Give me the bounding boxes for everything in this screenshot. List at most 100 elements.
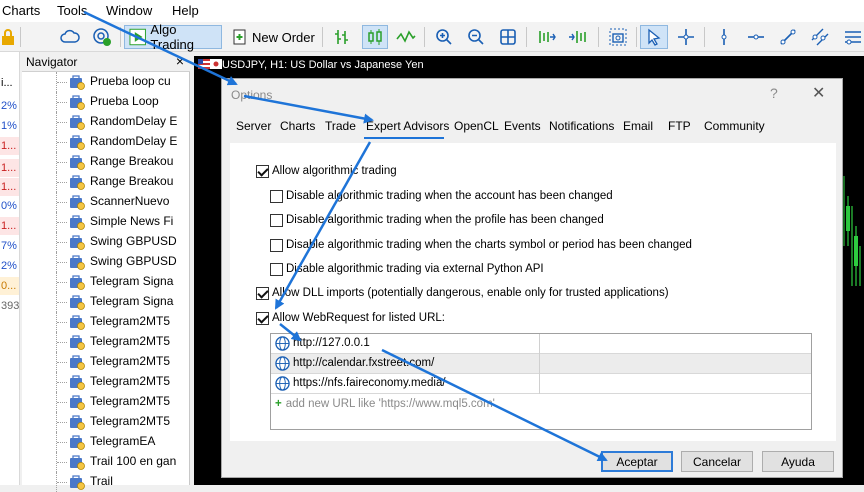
navigator-item-label: TelegramEA <box>90 434 156 448</box>
navigator-item[interactable]: Range Breakou <box>22 152 190 172</box>
candlestick-icon[interactable] <box>362 25 388 49</box>
vertical-line-icon[interactable] <box>712 25 736 49</box>
navigator-item-label: Prueba Loop <box>90 94 159 108</box>
checkbox[interactable] <box>270 213 283 227</box>
accept-button[interactable]: Aceptar <box>601 451 673 472</box>
menu-window[interactable]: Window <box>106 3 152 18</box>
tab-community[interactable]: Community <box>704 119 765 133</box>
help-button[interactable]: Ayuda <box>762 451 834 472</box>
navigator-item[interactable]: RandomDelay E <box>22 132 190 152</box>
plus-icon: + <box>275 398 282 410</box>
option-disable-profile-change[interactable]: Disable algorithmic trading when the pro… <box>270 212 604 228</box>
option-disable-python-api[interactable]: Disable algorithmic trading via external… <box>270 261 544 277</box>
url-row[interactable]: http://127.0.0.1 <box>271 334 811 354</box>
checkbox[interactable] <box>270 262 283 276</box>
menu-tools[interactable]: Tools <box>57 3 87 18</box>
checkbox[interactable] <box>270 189 283 203</box>
navigator-item-label: Range Breakou <box>90 154 174 168</box>
algo-trading-button[interactable]: Algo Trading <box>124 22 222 52</box>
option-allow-webrequest[interactable]: Allow WebRequest for listed URL: <box>256 310 445 326</box>
menu-help[interactable]: Help <box>172 3 199 18</box>
navigator-item[interactable]: RandomDelay E <box>22 112 190 132</box>
tab-events[interactable]: Events <box>504 119 541 133</box>
navigator-item[interactable]: Telegram2MT5 <box>22 332 190 352</box>
lock-icon[interactable] <box>0 25 16 49</box>
market-value: 1... <box>0 178 19 196</box>
trend-line-icon[interactable] <box>776 25 800 49</box>
tab-opencl[interactable]: OpenCL <box>454 119 499 133</box>
option-disable-symbol-change[interactable]: Disable algorithmic trading when the cha… <box>270 237 692 253</box>
checkbox[interactable] <box>270 238 283 252</box>
autoscroll-icon[interactable] <box>566 25 590 49</box>
navigator-item[interactable]: Telegram Signa <box>22 292 190 312</box>
navigator-item[interactable]: Trail 100 en gan <box>22 452 190 472</box>
bar-chart-icon[interactable] <box>330 25 354 49</box>
tab-expert-advisors[interactable]: Expert Advisors <box>366 119 449 133</box>
expert-advisor-icon <box>70 375 85 390</box>
chart-shift-icon[interactable] <box>534 25 558 49</box>
option-label: Disable algorithmic trading when the pro… <box>286 214 604 226</box>
new-order-label: New Order <box>252 29 315 45</box>
expert-advisor-icon <box>70 355 85 370</box>
cloud-icon[interactable] <box>58 25 82 49</box>
navigator-item-label: RandomDelay E <box>90 114 178 128</box>
tile-windows-icon[interactable] <box>496 25 520 49</box>
menu-charts[interactable]: Charts <box>2 3 40 18</box>
zoom-out-icon[interactable] <box>464 25 488 49</box>
close-icon[interactable]: ✕ <box>812 83 825 103</box>
market-value: 1% <box>0 117 19 135</box>
navigator-item-label: Swing GBPUSD <box>90 254 177 268</box>
navigator-item[interactable]: Swing GBPUSD <box>22 252 190 272</box>
navigator-item[interactable]: Prueba Loop <box>22 92 190 112</box>
close-icon[interactable]: × <box>176 53 184 69</box>
navigator-item[interactable]: Trail <box>22 472 190 492</box>
tab-ftp[interactable]: FTP <box>668 119 691 133</box>
navigator-item[interactable]: ScannerNuevo <box>22 192 190 212</box>
crosshair-icon[interactable] <box>674 25 698 49</box>
option-allow-dll-imports[interactable]: Allow DLL imports (potentially dangerous… <box>256 285 669 301</box>
navigator-item[interactable]: Prueba loop cu <box>22 72 190 92</box>
navigator-item[interactable]: Telegram Signa <box>22 272 190 292</box>
navigator-item[interactable]: Range Breakou <box>22 172 190 192</box>
navigator-item[interactable]: Telegram2MT5 <box>22 392 190 412</box>
zoom-in-icon[interactable] <box>432 25 456 49</box>
tab-email[interactable]: Email <box>623 119 653 133</box>
checkbox[interactable] <box>256 311 269 325</box>
expert-advisor-icon <box>70 395 85 410</box>
navigator-item-label: Telegram2MT5 <box>90 334 171 348</box>
tab-trade[interactable]: Trade <box>325 119 356 133</box>
cancel-button[interactable]: Cancelar <box>681 451 753 472</box>
url-row[interactable]: http://calendar.fxstreet.com/ <box>271 354 811 374</box>
checkbox[interactable] <box>256 286 269 300</box>
navigator-item[interactable]: Telegram2MT5 <box>22 412 190 432</box>
navigator-item[interactable]: Telegram2MT5 <box>22 352 190 372</box>
option-disable-account-change[interactable]: Disable algorithmic trading when the acc… <box>270 188 613 204</box>
navigator-item-label: Prueba loop cu <box>90 74 171 88</box>
cursor-icon[interactable] <box>640 25 668 49</box>
line-chart-icon[interactable] <box>394 25 418 49</box>
fibonacci-icon[interactable] <box>840 25 864 49</box>
url-row[interactable]: https://nfs.faireconomy.media/ <box>271 374 811 394</box>
url-list: http://127.0.0.1 http://calendar.fxstree… <box>270 333 812 430</box>
navigator-item[interactable]: Telegram2MT5 <box>22 312 190 332</box>
expert-advisor-icon <box>70 255 85 270</box>
market-value: 7% <box>0 237 19 255</box>
signals-icon[interactable] <box>90 25 114 49</box>
option-allow-algo-trading[interactable]: Allow algorithmic trading <box>256 163 397 179</box>
tab-charts[interactable]: Charts <box>280 119 315 133</box>
navigator-item[interactable]: Telegram2MT5 <box>22 372 190 392</box>
expert-advisor-icon <box>70 335 85 350</box>
horizontal-line-icon[interactable] <box>744 25 768 49</box>
add-url-input[interactable]: + add new URL like 'https://www.mql5.com' <box>275 398 495 410</box>
help-icon[interactable]: ? <box>770 85 778 101</box>
expert-advisor-icon <box>70 195 85 210</box>
screenshot-icon[interactable] <box>606 25 630 49</box>
tab-notifications[interactable]: Notifications <box>549 119 614 133</box>
navigator-item[interactable]: Simple News Fi <box>22 212 190 232</box>
equidistant-channel-icon[interactable] <box>808 25 832 49</box>
new-order-button[interactable]: New Order <box>232 25 318 49</box>
checkbox[interactable] <box>256 164 269 178</box>
navigator-item[interactable]: TelegramEA <box>22 432 190 452</box>
tab-server[interactable]: Server <box>236 119 271 133</box>
navigator-item[interactable]: Swing GBPUSD <box>22 232 190 252</box>
